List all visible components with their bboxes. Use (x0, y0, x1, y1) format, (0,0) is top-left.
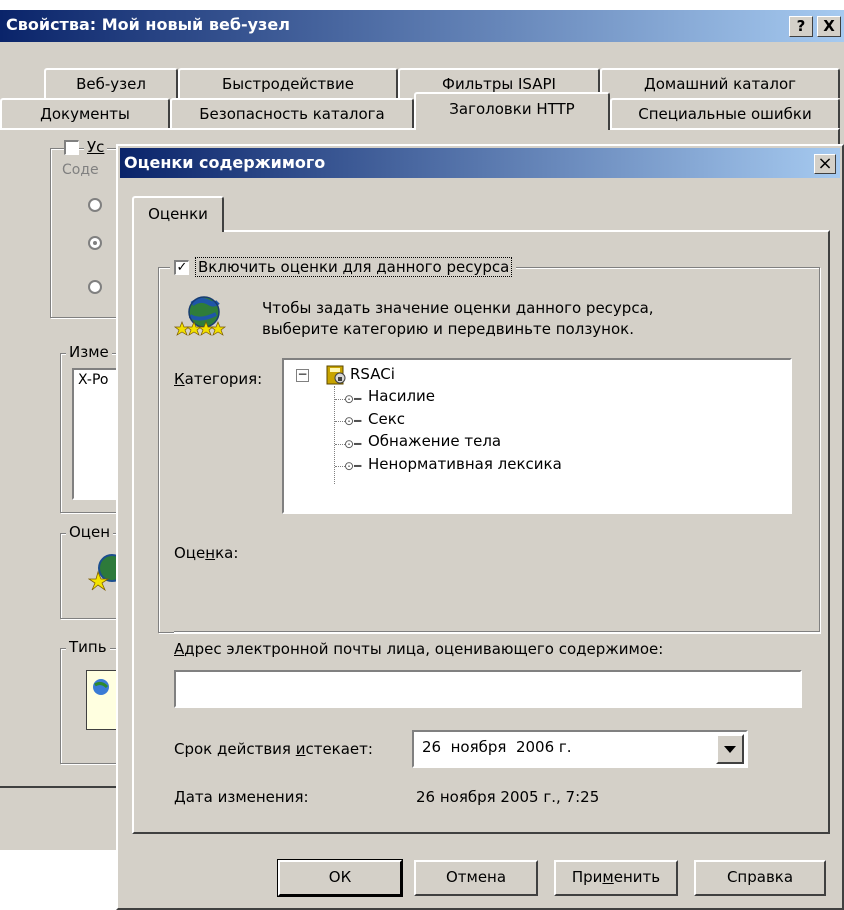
ratings-label-partial: Оцен (66, 523, 114, 541)
info-text: Чтобы задать значение оценки данного рес… (262, 299, 654, 338)
tree-expand-button[interactable]: − (296, 368, 309, 382)
content-label-partial: Соде (62, 162, 99, 178)
category-label: Категория: (174, 370, 263, 388)
tree-root-rsaci[interactable]: RSACi (350, 365, 395, 383)
radio-option-1[interactable] (88, 198, 102, 212)
radio-option-2[interactable] (88, 236, 102, 250)
globe-stars-icon (173, 294, 230, 338)
category-tree[interactable]: − RSACi ⊙━ Насилие ⊙━ Секс ⊙━ Обнажение … (282, 358, 792, 514)
apply-button[interactable]: Применить (554, 860, 678, 896)
key-icon: ⊙━ (344, 392, 362, 406)
enable-ratings-checkbox[interactable]: ✓ (174, 259, 189, 275)
ratings-title-bar[interactable]: Оценки содержимого (120, 148, 840, 178)
expiry-checkbox[interactable] (64, 140, 79, 155)
tab-custom-errors[interactable]: Специальные ошибки (610, 98, 840, 128)
outer-title-bar[interactable]: Свойства: Мой новый веб-узел (0, 10, 844, 42)
email-label: Адрес электронной почты лица, оценивающе… (174, 640, 664, 658)
mime-types-label-partial: Типь (66, 638, 110, 656)
close-icon: X (823, 17, 835, 35)
outer-close-button[interactable]: X (817, 16, 841, 37)
key-icon: ⊙━ (344, 459, 362, 473)
chevron-down-icon (724, 746, 736, 753)
enable-ratings-row[interactable]: ✓ Включить оценки для данного ресурса (170, 256, 517, 278)
tab-http-headers[interactable]: Заголовки HTTP (414, 92, 610, 130)
tree-item-nudity[interactable]: Обнажение тела (368, 432, 501, 450)
ok-button[interactable]: ОК (277, 859, 403, 897)
expires-label: Срок действия истекает: (174, 740, 373, 758)
modified-value: 26 ноября 2005 г., 7:25 (416, 788, 600, 806)
tree-item-violence[interactable]: Насилие (368, 387, 435, 405)
help-dialog-button[interactable]: Справка (694, 860, 826, 896)
email-input[interactable] (174, 670, 802, 708)
radio-option-3[interactable] (88, 280, 102, 294)
custom-headers-label-partial: Изме (66, 343, 112, 361)
cancel-button[interactable]: Отмена (414, 860, 538, 896)
close-icon: × (817, 153, 833, 174)
dropdown-button[interactable] (716, 734, 744, 764)
help-button[interactable]: ? (789, 16, 813, 37)
lock-icon (324, 364, 346, 386)
separator (174, 631, 820, 633)
tab-documents[interactable]: Документы (0, 98, 170, 128)
tree-item-sex[interactable]: Секс (368, 410, 405, 428)
ratings-star-icon-partial (88, 552, 118, 592)
outer-window-title: Свойства: Мой новый веб-узел (6, 15, 290, 34)
enable-ratings-label: Включить оценки для данного ресурса (195, 257, 513, 277)
expiry-label-partial: Ус (84, 138, 108, 156)
key-icon: ⊙━ (344, 437, 362, 451)
help-icon: ? (796, 17, 806, 35)
tab-directory-security[interactable]: Безопасность каталога (170, 98, 414, 128)
custom-headers-list[interactable]: X-Po (72, 368, 122, 500)
rating-label: Оценка: (174, 544, 239, 562)
tab-website[interactable]: Веб-узел (44, 68, 178, 98)
ratings-dialog-title: Оценки содержимого (124, 153, 326, 172)
key-icon: ⊙━ (344, 414, 362, 428)
tab-home-directory[interactable]: Домашний каталог (600, 68, 840, 98)
content-ratings-dialog: Оценки содержимого × Оценки ✓ Включить о… (116, 144, 844, 910)
expires-date-select[interactable]: 26 ноября 2006 г. (412, 730, 748, 768)
tab-performance[interactable]: Быстродействие (178, 68, 398, 98)
ratings-close-button[interactable]: × (814, 154, 836, 174)
tab-ratings[interactable]: Оценки (132, 196, 224, 232)
tree-item-language[interactable]: Ненормативная лексика (368, 455, 562, 473)
modified-label: Дата изменения: (174, 788, 309, 806)
